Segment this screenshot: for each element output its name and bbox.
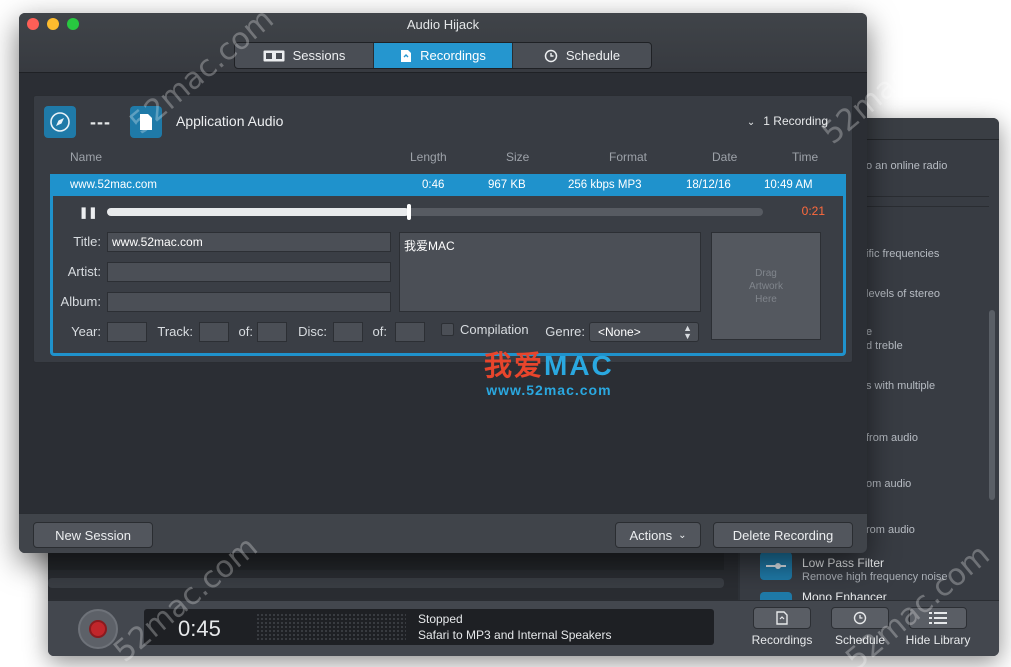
playback-progress-fill	[107, 208, 409, 216]
library-scrollbar[interactable]	[989, 310, 995, 500]
track-total-field[interactable]	[257, 322, 287, 342]
clock-icon	[544, 49, 558, 62]
pause-button[interactable]: ❚❚	[79, 206, 97, 219]
low-pass-filter-icon	[760, 552, 792, 580]
library-item-name: Mono Enhancer	[802, 592, 887, 600]
disc-total-field[interactable]	[395, 322, 425, 342]
title-field[interactable]: www.52mac.com	[107, 232, 391, 252]
library-item-desc: rom audio	[866, 524, 915, 536]
window-titlebar: Audio Hijack Sessions Recordings Schedul…	[19, 13, 867, 73]
library-item-desc: levels of stereo	[866, 288, 940, 300]
new-session-button[interactable]: New Session	[33, 522, 153, 548]
time-remaining: 0:21	[801, 204, 825, 218]
session-name: Application Audio	[176, 113, 284, 129]
library-item-desc: d treble	[866, 340, 903, 352]
column-header-date[interactable]: Date	[712, 150, 737, 164]
tab-schedule[interactable]: Schedule	[513, 43, 651, 68]
track-label: Track:	[157, 324, 193, 339]
audio-meter	[256, 613, 406, 641]
recording-file-icon	[401, 49, 412, 62]
genre-select[interactable]: <None> ▲ ▼	[589, 322, 699, 342]
recording-file-icon	[753, 607, 811, 629]
recording-time: 10:49 AM	[764, 179, 813, 191]
column-header-size[interactable]: Size	[506, 150, 529, 164]
genre-value: <None>	[598, 325, 641, 339]
sessions-icon	[263, 50, 285, 61]
table-row[interactable]: www.52mac.com 0:46 967 KB 256 kbps MP3 1…	[50, 174, 846, 196]
library-item-desc: o an online radio	[866, 160, 948, 172]
session-connector: ---	[90, 112, 111, 132]
compilation-checkbox[interactable]: Compilation	[441, 322, 529, 337]
recording-format: 256 kbps MP3	[568, 179, 642, 191]
recording-size: 967 KB	[488, 179, 526, 191]
column-header-name[interactable]: Name	[70, 150, 102, 164]
artist-field[interactable]	[107, 262, 391, 282]
recordings-button[interactable]: Recordings	[750, 607, 814, 647]
actions-label: Actions	[629, 527, 673, 543]
year-field[interactable]	[107, 322, 147, 342]
year-label: Year:	[71, 324, 101, 339]
window-title: Audio Hijack	[406, 17, 480, 32]
new-session-label: New Session	[55, 527, 131, 543]
track-field[interactable]	[199, 322, 229, 342]
updown-chevron-icon: ▲ ▼	[683, 323, 692, 341]
watermark-logo: 我爱MAC www.52mac.com	[484, 344, 614, 398]
recording-date: 18/12/16	[686, 179, 731, 191]
genre-label: Genre:	[545, 324, 585, 339]
tab-recordings-label: Recordings	[420, 48, 486, 63]
library-item-desc: om audio	[866, 478, 912, 490]
watermark-logo-url: www.52mac.com	[486, 382, 612, 398]
track-of-label: of:	[238, 324, 253, 339]
window-footer: New Session Actions ⌄ Delete Recording	[19, 513, 867, 553]
disc-label: Disc:	[298, 324, 327, 339]
session-status: Stopped	[418, 612, 463, 626]
artwork-drop-zone[interactable]: Drag Artwork Here	[711, 232, 821, 340]
library-item-desc: s with multiple	[866, 380, 936, 392]
canvas-scrollbar[interactable]	[48, 578, 724, 588]
recordings-button-label: Recordings	[751, 633, 813, 647]
column-header-length[interactable]: Length	[410, 150, 447, 164]
recording-length: 0:46	[422, 179, 445, 191]
title-label: Title:	[73, 234, 101, 249]
recording-editor: ❚❚ 0:21 Title: www.52mac.com Artist: Alb…	[50, 196, 846, 356]
recording-name: www.52mac.com	[70, 179, 157, 191]
watermark-logo-en: MAC	[544, 350, 614, 381]
library-item-desc: from audio	[866, 432, 918, 444]
library-item-name: Low Pass Filter	[802, 556, 885, 570]
actions-menu-button[interactable]: Actions ⌄	[615, 522, 701, 548]
compilation-label: Compilation	[460, 322, 529, 337]
watermark-logo-cn: 我爱	[484, 350, 545, 381]
delete-recording-label: Delete Recording	[732, 527, 834, 543]
column-header-time[interactable]: Time	[792, 150, 818, 164]
tab-schedule-label: Schedule	[565, 48, 621, 63]
artist-label: Artist:	[67, 264, 101, 279]
disc-of-label: of:	[372, 324, 387, 339]
checkbox-box	[441, 323, 454, 336]
playback-scrubber[interactable]	[107, 204, 763, 220]
hide-library-button-label: Hide Library	[905, 633, 971, 647]
tab-recordings[interactable]: Recordings	[374, 43, 513, 68]
album-label: Album:	[60, 294, 101, 309]
view-segmented-control: Sessions Recordings Schedule	[234, 42, 652, 69]
playhead-handle[interactable]	[406, 204, 411, 220]
session-recordings-panel: --- Application Audio ⌄ 1 Recording Name …	[33, 95, 853, 363]
library-item-desc: ific frequencies	[866, 248, 940, 260]
record-icon	[89, 620, 107, 638]
session-route: Safari to MP3 and Internal Speakers	[418, 628, 612, 642]
column-header-format[interactable]: Format	[609, 150, 647, 164]
chevron-down-icon: ⌄	[678, 529, 687, 541]
timer-panel: 0:45 Stopped Safari to MP3 and Internal …	[144, 609, 714, 645]
artwork-placeholder: Drag Artwork Here	[749, 267, 783, 305]
album-field[interactable]	[107, 292, 391, 312]
chevron-down-icon: ⌄	[746, 117, 756, 128]
disc-field[interactable]	[333, 322, 363, 342]
safari-compass-icon	[44, 106, 76, 138]
delete-recording-button[interactable]: Delete Recording	[713, 522, 853, 548]
tab-sessions-label: Sessions	[292, 48, 346, 63]
comments-field[interactable]: 我爱MAC	[399, 232, 701, 312]
